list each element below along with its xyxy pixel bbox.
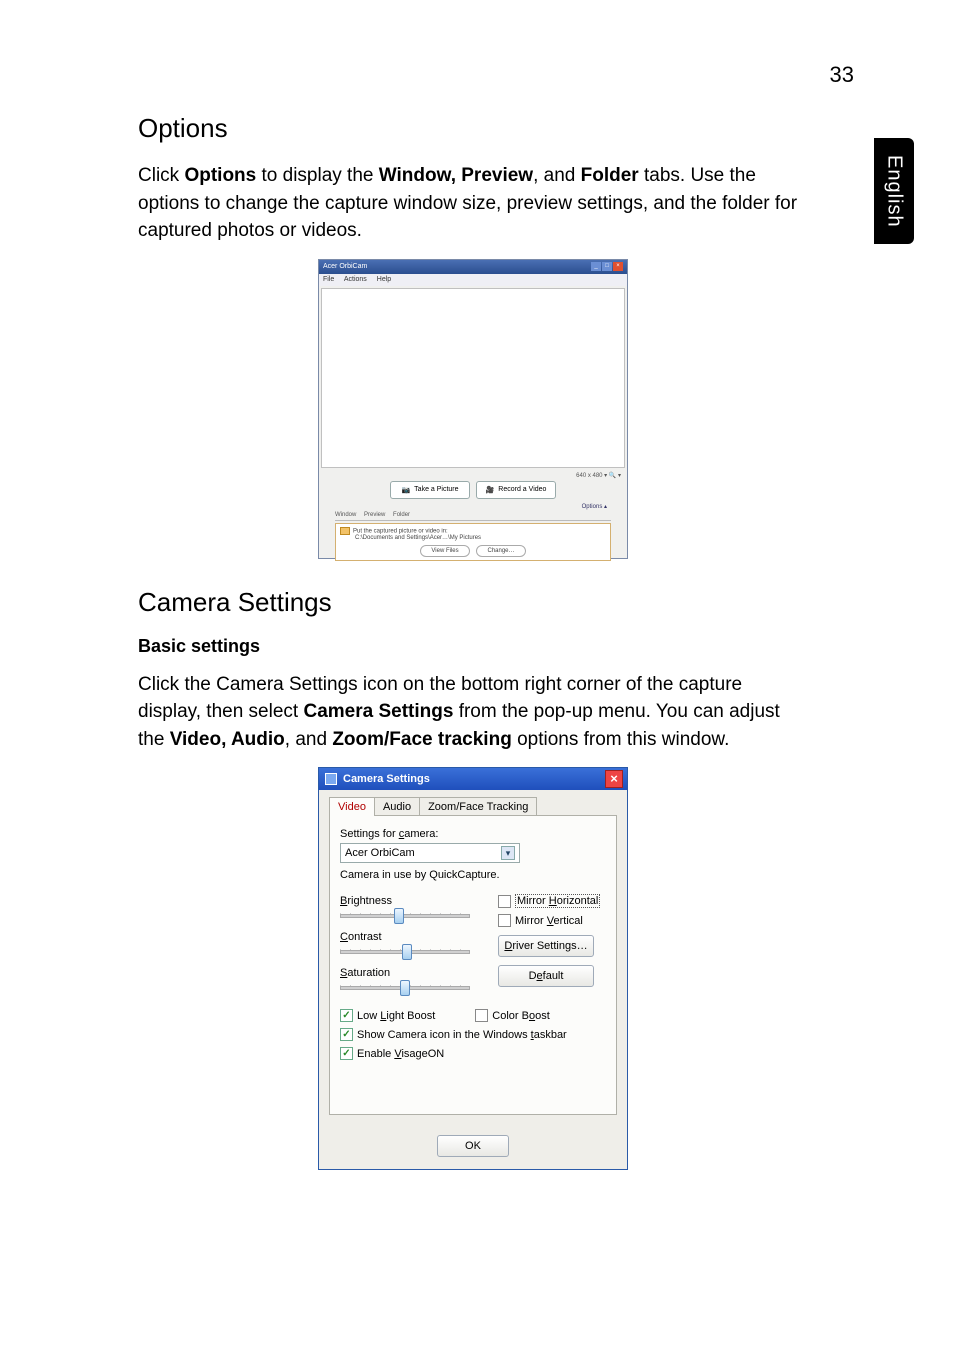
contrast-slider[interactable]	[340, 949, 470, 953]
options-toggle-link[interactable]: Options ▴	[319, 499, 627, 512]
dialog-title: Camera Settings	[343, 773, 430, 785]
enable-visageon-checkbox[interactable]: ✓ Enable VisageON	[340, 1047, 606, 1060]
menu-bar: File Actions Help	[319, 274, 627, 286]
close-button[interactable]: ×	[605, 770, 623, 788]
capture-buttons-row: 📷 Take a Picture 🎥 Record a Video	[319, 481, 627, 499]
checkbox-icon: ✓	[498, 914, 511, 927]
record-video-button[interactable]: 🎥 Record a Video	[476, 481, 556, 499]
folder-icon	[340, 527, 350, 535]
mirror-vertical-checkbox[interactable]: ✓ Mirror Vertical	[498, 914, 600, 927]
text-bold: Zoom/Face tracking	[332, 729, 512, 750]
tab-zoom-face-tracking[interactable]: Zoom/Face Tracking	[419, 797, 537, 816]
camera-title-icon	[325, 773, 337, 785]
checkbox-icon: ✓	[498, 895, 511, 908]
dialog-titlebar: Camera Settings ×	[319, 768, 627, 790]
brightness-slider[interactable]	[340, 913, 470, 917]
basic-settings-subheading: Basic settings	[138, 636, 808, 657]
status-resolution: 640 x 480 ▾ 🔍 ▾	[319, 470, 627, 479]
maximize-button[interactable]: □	[602, 262, 612, 271]
mirror-horizontal-label: Mirror Horizontal	[515, 894, 600, 908]
checkbox-icon: ✓	[475, 1009, 488, 1022]
screenshot-camera-settings-dialog: Camera Settings × Video Audio Zoom/Face …	[318, 767, 628, 1170]
low-light-boost-checkbox[interactable]: ✓ Low Light Boost	[340, 1009, 435, 1022]
color-boost-label: Color Boost	[492, 1010, 550, 1022]
window-titlebar: Acer OrbiCam _ □ ×	[319, 260, 627, 274]
text-bold: Video, Audio	[170, 729, 285, 750]
camera-select[interactable]: Acer OrbiCam ▾	[340, 843, 520, 863]
folder-panel: Put the captured picture or video in: C:…	[335, 523, 611, 561]
text: options from this window.	[512, 729, 730, 750]
tab-video[interactable]: Video	[329, 797, 375, 816]
default-button[interactable]: Default	[498, 965, 594, 987]
folder-path: C:\Documents and Settings\Acer…\My Pictu…	[340, 535, 606, 541]
folder-caption: Put the captured picture or video in:	[340, 527, 606, 535]
dropdown-arrow-icon: ▾	[501, 846, 515, 860]
window-buttons: _ □ ×	[591, 262, 623, 271]
close-button[interactable]: ×	[613, 262, 623, 271]
settings-tabs: Video Audio Zoom/Face Tracking	[329, 796, 617, 815]
lower-checkboxes: ✓ Low Light Boost ✓ Color Boost ✓ Show C…	[340, 1009, 606, 1060]
menu-actions[interactable]: Actions	[344, 276, 367, 283]
color-boost-checkbox[interactable]: ✓ Color Boost	[475, 1009, 550, 1022]
low-light-boost-label: Low Light Boost	[357, 1010, 435, 1022]
tab-preview[interactable]: Preview	[364, 512, 385, 518]
slider-thumb[interactable]	[394, 908, 404, 924]
settings-for-camera-label: Settings for camera:	[340, 828, 606, 840]
camera-settings-heading: Camera Settings	[138, 587, 808, 618]
saturation-slider[interactable]	[340, 985, 470, 989]
camera-icon: 📷	[401, 486, 410, 494]
options-paragraph: Click Options to display the Window, Pre…	[138, 162, 808, 245]
options-tabs: Window Preview Folder	[335, 512, 611, 521]
dialog-footer: OK	[319, 1125, 627, 1169]
text-bold: Options	[184, 165, 256, 186]
checkbox-icon: ✓	[340, 1028, 353, 1041]
language-tab-label: English	[883, 155, 906, 228]
text-bold: Window, Preview	[379, 165, 533, 186]
folder-buttons: View Files Change…	[340, 545, 606, 557]
mirror-vertical-label: Mirror Vertical	[515, 915, 583, 927]
window-title: Acer OrbiCam	[323, 263, 367, 270]
camera-preview-area	[321, 288, 625, 468]
tab-audio[interactable]: Audio	[374, 797, 420, 816]
page-content: Options Click Options to display the Win…	[138, 113, 808, 1170]
video-panel: Settings for camera: Acer OrbiCam ▾ Came…	[329, 815, 617, 1115]
take-picture-button[interactable]: 📷 Take a Picture	[390, 481, 470, 499]
menu-help[interactable]: Help	[377, 276, 391, 283]
slider-thumb[interactable]	[400, 980, 410, 996]
text: , and	[533, 165, 581, 186]
text: to display the	[256, 165, 379, 186]
text-bold: Folder	[581, 165, 639, 186]
minimize-button[interactable]: _	[591, 262, 601, 271]
text: , and	[285, 729, 333, 750]
right-column: ✓ Mirror Horizontal ✓ Mirror Vertical Dr…	[498, 894, 600, 987]
view-files-button[interactable]: View Files	[420, 545, 470, 557]
label: Take a Picture	[414, 486, 458, 493]
label: Record a Video	[498, 486, 546, 493]
mirror-horizontal-checkbox[interactable]: ✓ Mirror Horizontal	[498, 894, 600, 908]
slider-thumb[interactable]	[402, 944, 412, 960]
enable-visageon-label: Enable VisageON	[357, 1048, 444, 1060]
driver-settings-button[interactable]: Driver Settings…	[498, 935, 594, 957]
camera-select-value: Acer OrbiCam	[345, 847, 415, 859]
screenshot-orbicam-window: Acer OrbiCam _ □ × File Actions Help 640…	[318, 259, 628, 559]
camera-in-use-label: Camera in use by QuickCapture.	[340, 869, 606, 881]
page-number: 33	[830, 62, 854, 88]
checkbox-icon: ✓	[340, 1009, 353, 1022]
camera-settings-paragraph: Click the Camera Settings icon on the bo…	[138, 671, 808, 754]
language-tab: English	[874, 138, 914, 244]
text-bold: Camera Settings	[303, 701, 453, 722]
menu-file[interactable]: File	[323, 276, 334, 283]
text: Click	[138, 165, 184, 186]
label: Put the captured picture or video in:	[353, 528, 448, 534]
options-heading: Options	[138, 113, 808, 144]
show-camera-icon-checkbox[interactable]: ✓ Show Camera icon in the Windows taskba…	[340, 1028, 606, 1041]
change-folder-button[interactable]: Change…	[476, 545, 526, 557]
ok-button[interactable]: OK	[437, 1135, 509, 1157]
checkbox-icon: ✓	[340, 1047, 353, 1060]
dialog-body: Video Audio Zoom/Face Tracking Settings …	[319, 790, 627, 1125]
tab-folder[interactable]: Folder	[393, 512, 410, 518]
tab-window[interactable]: Window	[335, 512, 356, 518]
show-camera-icon-label: Show Camera icon in the Windows taskbar	[357, 1029, 567, 1041]
video-icon: 🎥	[486, 486, 495, 494]
